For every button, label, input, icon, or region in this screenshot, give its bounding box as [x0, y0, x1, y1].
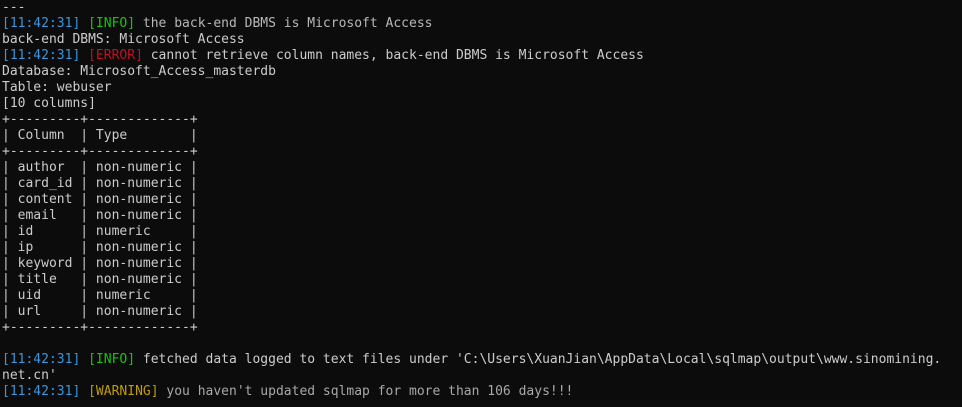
table-row: | author | non-numeric |	[2, 160, 198, 175]
level-warning: [WARNING]	[88, 384, 159, 399]
table-row: | ip | non-numeric |	[2, 240, 198, 255]
table-row: | title | non-numeric |	[2, 272, 198, 287]
level-info: [INFO]	[88, 16, 136, 31]
table-row: | uid | numeric |	[2, 288, 198, 303]
table-row: | email | non-numeric |	[2, 208, 198, 223]
dbms-line: back-end DBMS: Microsoft Access	[2, 32, 245, 47]
table-row: | card_id | non-numeric |	[2, 176, 198, 191]
table-row: | content | non-numeric |	[2, 192, 198, 207]
log-line-info-dbms: [11:42:31] [INFO] the back-end DBMS is M…	[2, 16, 962, 32]
table-border-bottom: +---------+-------------+	[2, 320, 198, 335]
timestamp: [11:42:31]	[2, 48, 81, 63]
table-row: | keyword | non-numeric |	[2, 256, 198, 271]
terminal-window[interactable]: --- [11:42:31] [INFO] the back-end DBMS …	[0, 0, 962, 407]
separator-line: ---	[2, 0, 26, 15]
columns-count: [10 columns]	[2, 96, 96, 111]
log-message: fetched data logged to text files under …	[135, 352, 942, 367]
table-border-top: +---------+-------------+	[2, 112, 198, 127]
timestamp: [11:42:31]	[2, 16, 81, 31]
table-border-mid: +---------+-------------+	[2, 144, 198, 159]
table-row: | url | non-numeric |	[2, 304, 198, 319]
timestamp: [11:42:31]	[2, 384, 81, 399]
database-line: Database: Microsoft_Access_masterdb	[2, 64, 276, 79]
level-info: [INFO]	[88, 352, 136, 367]
log-line-info-output: [11:42:31] [INFO] fetched data logged to…	[2, 352, 962, 368]
table-line: Table: webuser	[2, 80, 112, 95]
table-header: | Column | Type |	[2, 128, 198, 143]
log-line-warning: [11:42:31] [WARNING] you haven't updated…	[2, 384, 962, 400]
timestamp: [11:42:31]	[2, 352, 81, 367]
log-message: cannot retrieve column names, back-end D…	[142, 48, 644, 63]
log-message: you haven't updated sqlmap for more than…	[158, 384, 574, 399]
log-message: the back-end DBMS is Microsoft Access	[135, 16, 433, 31]
log-line-error: [11:42:31] [ERROR] cannot retrieve colum…	[2, 48, 962, 64]
level-error: [ERROR]	[88, 48, 143, 63]
log-line-wrap: net.cn'	[2, 368, 57, 383]
table-row: | id | numeric |	[2, 224, 198, 239]
columns-table: +---------+-------------+ | Column | Typ…	[2, 112, 962, 336]
